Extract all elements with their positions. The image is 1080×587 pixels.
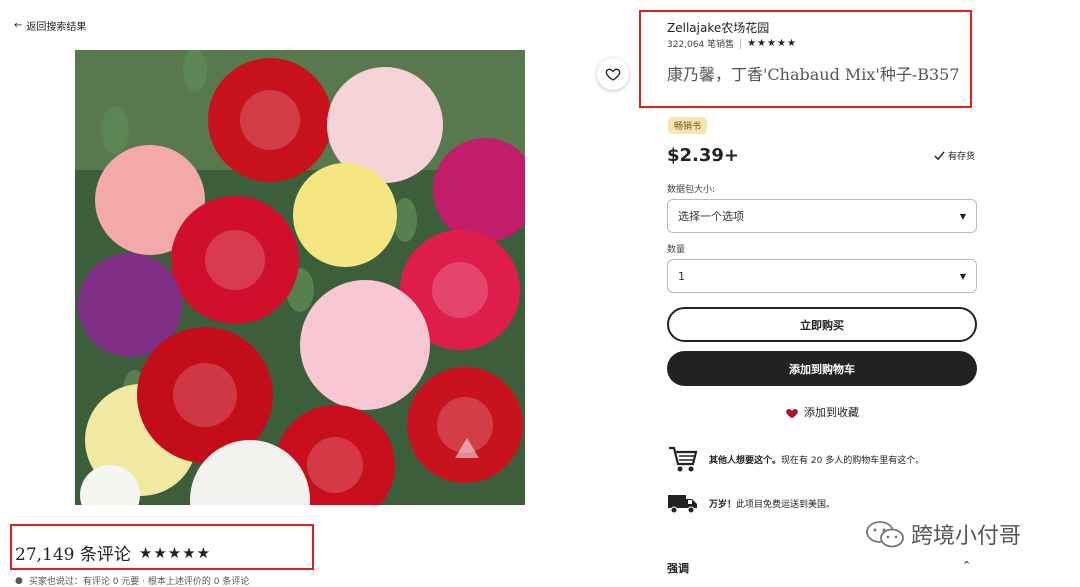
product-image[interactable] [75,50,525,505]
shop-sales-row: 322,064 笔销售 ★★★★★ [667,37,797,50]
delivery-truck-icon [668,495,697,514]
free-shipping-text: 此项目免费运送到美国。 [736,499,836,510]
product-title: 康乃馨，丁香'Chabaud Mix'种子-B357 [667,65,960,84]
chevron-up-icon[interactable]: ⌃ [962,559,971,572]
wechat-icon [866,521,904,548]
reviews-summary[interactable]: 27,149 条评论 ★★★★★ [15,540,212,566]
cart-demand-text: 现在有 20 多人的购物车里有这个。 [781,455,925,466]
cart-demand-notice: 其他人想要这个。现在有 20 多人的购物车里有这个。 [667,444,924,474]
shop-name-link[interactable]: Zellajake农场花园 [667,19,769,36]
quantity-label: 数量 [667,245,686,255]
shop-sales-count: 322,064 笔销售 [667,40,735,50]
emphasis-section-title[interactable]: 强调 [667,560,689,576]
add-to-cart-button[interactable]: 添加到购物车 [667,351,977,386]
bestseller-badge: 畅销书 [668,117,708,134]
caret-down-icon: ▼ [959,211,966,221]
package-size-select[interactable]: 选择一个选项 ▼ [667,199,977,233]
buy-now-button[interactable]: 立即购买 [667,307,977,342]
favorite-button[interactable] [597,58,629,90]
shopping-cart-icon [669,446,698,472]
stock-status: 有存货 [934,149,975,162]
heart-outline-icon [605,68,621,81]
quantity-value: 1 [678,269,685,283]
cart-demand-bold: 其他人想要这个。 [709,455,782,466]
check-icon [934,151,945,161]
shop-star-rating-icon: ★★★★★ [747,38,797,49]
watermark-text: 跨境小付哥 [911,524,1022,549]
review-count: 27,149 条评论 [15,545,131,565]
package-size-value: 选择一个选项 [678,210,744,223]
add-to-favorites-label: 添加到收藏 [804,406,859,419]
free-shipping-notice: 万岁！此项目免费运送到美国。 [667,489,835,517]
back-to-results-link[interactable]: ← 返回搜索结果 [14,18,86,33]
add-to-favorites-button[interactable]: 添加到收藏 [785,404,859,420]
price: $2.39+ [667,145,740,166]
stock-status-label: 有存货 [948,152,976,162]
divider [740,38,742,49]
package-size-label: 数据包大小: [667,185,716,195]
star-rating-icon: ★★★★★ [138,543,212,562]
watermark: 跨境小付哥 [865,518,1021,550]
free-shipping-bold: 万岁！ [709,499,737,510]
caret-down-icon: ▼ [959,271,966,281]
back-link-label: 返回搜索结果 [26,22,87,33]
heart-icon [786,408,798,418]
arrow-left-icon: ← [14,20,23,31]
carnation-photo [75,50,525,505]
quantity-select[interactable]: 1 ▼ [667,259,977,293]
